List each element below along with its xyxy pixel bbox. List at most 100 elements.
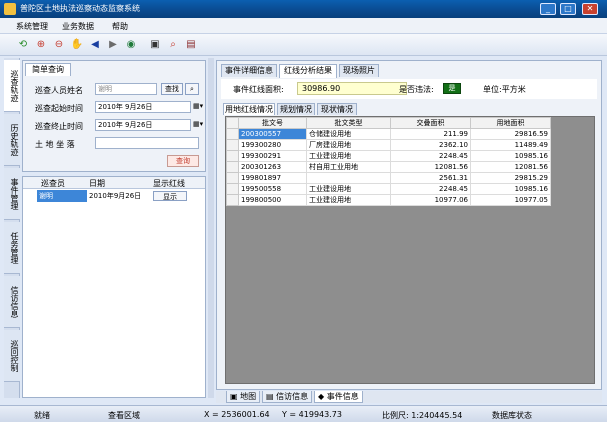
event-detail-panel: 事件详细信息 红线分析结果 现场照片 事件红线面积: 30986.90 是否违法… xyxy=(216,60,602,390)
menu-help[interactable]: 帮助 xyxy=(112,21,128,32)
results-header: 巡查员 日期 显示红线 xyxy=(23,177,205,189)
menu-system[interactable]: 系统管理 xyxy=(16,21,48,32)
inspector-input[interactable]: 谢明 xyxy=(95,83,157,95)
area-label: 事件红线面积: xyxy=(233,85,284,94)
table-row[interactable]: 谢明 2010年9月26日 显示 xyxy=(23,190,205,202)
cell-approval-no: 199300280 xyxy=(238,139,307,151)
tab-event-details[interactable]: 事件详细信息 xyxy=(221,64,277,77)
calendar-dropdown-icon[interactable]: ▦▾ xyxy=(193,102,203,110)
show-redline-button[interactable]: 显示 xyxy=(153,191,187,201)
start-date-picker[interactable]: 2010年 9月26日 xyxy=(95,101,191,113)
row-indicator xyxy=(226,128,239,140)
cell-land-area: 11489.49 xyxy=(470,139,551,151)
cell-approval-no: 199800500 xyxy=(238,194,307,206)
pan-hand-icon[interactable]: ✋ xyxy=(70,38,84,52)
zoom-out-icon[interactable]: ⊖ xyxy=(52,38,66,52)
header-approval-no: 批文号 xyxy=(238,117,307,129)
tab-simple-query[interactable]: 简单查询 xyxy=(25,63,71,76)
panel-splitter[interactable] xyxy=(208,58,214,398)
tab-redline-analysis[interactable]: 红线分析结果 xyxy=(279,64,337,78)
back-arrow-icon[interactable]: ◀ xyxy=(88,38,102,52)
cell-approval-type: 工业建设用地 xyxy=(306,150,391,162)
row-indicator xyxy=(226,139,239,151)
side-tab-patrol-track[interactable]: 巡查轨迹 xyxy=(4,60,20,112)
cell-land-area: 10985.16 xyxy=(470,150,551,162)
end-date-picker[interactable]: 2010年 9月26日 xyxy=(95,119,191,131)
layers-icon[interactable]: ▤ xyxy=(184,38,198,52)
search-map-icon[interactable]: ⌕ xyxy=(166,38,180,52)
menu-business-data[interactable]: 业务数据 xyxy=(62,21,94,32)
tab-land-redline[interactable]: 用地红线情况 xyxy=(223,103,275,115)
map-icon: ▣ xyxy=(230,392,241,401)
table-row[interactable]: 200301263 村自用工业用地 12081.56 12081.56 xyxy=(226,161,551,173)
close-button[interactable]: ✕ xyxy=(582,3,598,15)
calendar-dropdown-icon[interactable]: ▦▾ xyxy=(193,120,203,128)
find-button[interactable]: 查找 xyxy=(161,83,183,95)
globe-icon[interactable]: ◉ xyxy=(124,38,138,52)
table-row[interactable]: 199300291 工业建设用地 2248.45 10985.16 xyxy=(226,150,551,162)
tab-current-status[interactable]: 现状情况 xyxy=(317,103,357,115)
side-tab-petition-info[interactable]: 信访信息 xyxy=(4,276,20,328)
table-row[interactable]: 200300557 仓储建设用地 211.99 29816.59 xyxy=(226,128,551,140)
cell-approval-type: 厂房建设用地 xyxy=(306,139,391,151)
violation-label: 是否违法: xyxy=(399,85,434,94)
side-tab-strip: 巡查轨迹 历史轨迹 事件管理 任务管理 信访信息 巡回控制 xyxy=(4,58,20,398)
location-label: 土 地 坐 落 xyxy=(35,140,75,149)
location-input[interactable] xyxy=(95,137,199,149)
tab-planning[interactable]: 规划情况 xyxy=(277,103,315,115)
maximize-button[interactable]: □ xyxy=(560,3,576,15)
status-db: 数据库状态 xyxy=(492,411,532,420)
end-time-label: 巡查终止时间 xyxy=(35,122,83,131)
row-indicator xyxy=(226,150,239,162)
side-tab-task-management[interactable]: 任务管理 xyxy=(4,222,20,274)
table-row[interactable]: 199801897 2561.31 29815.29 xyxy=(226,172,551,184)
approval-grid-area: 批文号 批文类型 交叠面积 用地面积 200300557 仓储建设用地 211.99… xyxy=(225,116,595,384)
row-indicator xyxy=(226,161,239,173)
redline-area-value: 30986.90 xyxy=(297,82,407,95)
refresh-icon[interactable]: ⟲ xyxy=(16,38,30,52)
cell-overlap-area: 2362.10 xyxy=(390,139,471,151)
status-scale: 比例尺: 1:240445.54 xyxy=(382,411,463,420)
redline-info-row: 事件红线面积: 30986.90 是否违法: 是 单位:平方米 xyxy=(221,79,597,99)
status-bar: 就绪 查看区域 X = 2536001.64 Y = 419943.73 比例尺… xyxy=(0,405,607,422)
status-view-area: 查看区域 xyxy=(108,411,140,420)
cell-land-area: 10985.16 xyxy=(470,183,551,195)
tab-petition[interactable]: ▤ 信访信息 xyxy=(262,391,313,403)
cell-approval-type xyxy=(306,172,391,184)
row-indicator xyxy=(226,194,239,206)
side-tab-history-track[interactable]: 历史轨迹 xyxy=(4,114,20,166)
bottom-tab-strip: ▣ 地图 ▤ 信访信息 ◆ 事件信息 xyxy=(216,391,602,403)
simple-query-panel: 简单查询 巡查人员姓名 谢明 查找 ⌕ 巡查起始时间 2010年 9月26日 ▦… xyxy=(22,60,206,172)
header-land-area: 用地面积 xyxy=(470,117,551,129)
tab-site-photos[interactable]: 现场照片 xyxy=(339,64,379,77)
table-row[interactable]: 199300280 厂房建设用地 2362.10 11489.49 xyxy=(226,139,551,151)
side-tab-patrol-control[interactable]: 巡回控制 xyxy=(4,330,20,382)
table-row[interactable]: 199500558 工业建设用地 2248.45 10985.16 xyxy=(226,183,551,195)
side-tab-event-management[interactable]: 事件管理 xyxy=(4,168,20,220)
start-time-label: 巡查起始时间 xyxy=(35,104,83,113)
cell-overlap-area: 10977.06 xyxy=(390,194,471,206)
zoom-in-icon[interactable]: ⊕ xyxy=(34,38,48,52)
row-indicator-header xyxy=(226,117,239,129)
header-inspector: 巡查员 xyxy=(41,179,65,188)
violation-indicator: 是 xyxy=(443,83,461,94)
petition-icon: ▤ xyxy=(266,392,277,401)
minimize-button[interactable]: _ xyxy=(540,3,556,15)
table-row[interactable]: 199800500 工业建设用地 10977.06 10977.05 xyxy=(226,194,551,206)
event-icon: ◆ xyxy=(318,392,327,401)
menu-bar: 系统管理 业务数据 帮助 xyxy=(0,18,607,34)
row-inspector: 谢明 xyxy=(37,190,87,202)
cell-overlap-area: 2248.45 xyxy=(390,150,471,162)
map-icon[interactable]: ▣ xyxy=(148,38,162,52)
cell-approval-type: 村自用工业用地 xyxy=(306,161,391,173)
status-ready: 就绪 xyxy=(34,411,50,420)
search-icon[interactable]: ⌕ xyxy=(185,83,199,95)
forward-arrow-icon[interactable]: ▶ xyxy=(106,38,120,52)
approval-table: 批文号 批文类型 交叠面积 用地面积 200300557 仓储建设用地 211.99… xyxy=(226,117,551,206)
tab-event-info[interactable]: ◆ 事件信息 xyxy=(314,391,363,403)
cell-land-area: 12081.56 xyxy=(470,161,551,173)
toolbar: ⟲ ⊕ ⊖ ✋ ◀ ▶ ◉ ▣ ⌕ ▤ xyxy=(0,34,607,56)
app-icon xyxy=(4,3,16,15)
query-button[interactable]: 查询 xyxy=(167,155,199,167)
tab-map[interactable]: ▣ 地图 xyxy=(226,391,261,403)
